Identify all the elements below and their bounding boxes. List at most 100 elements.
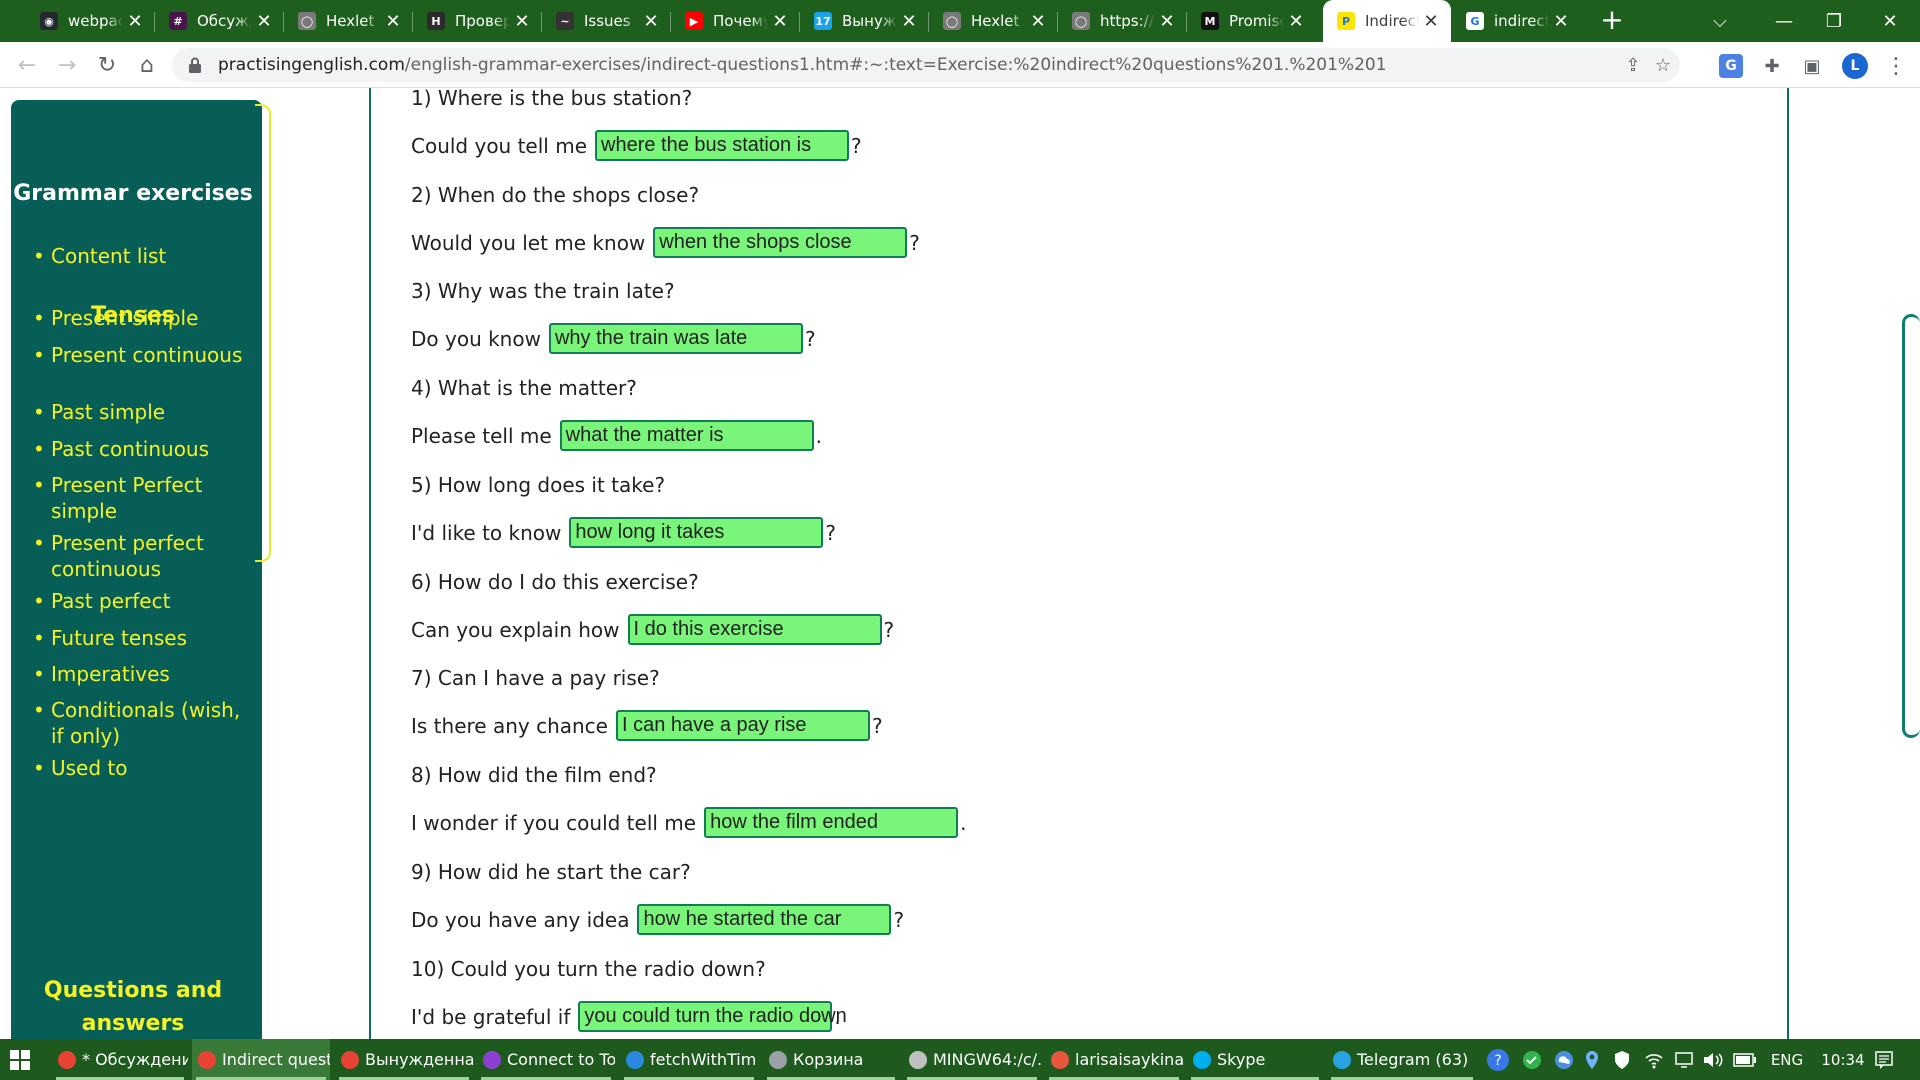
- exercise-question: 10) Could you turn the radio down?: [411, 957, 766, 981]
- tab-close-icon[interactable]: ✕: [123, 11, 147, 32]
- browser-tab[interactable]: ◯ https://✕: [1058, 0, 1187, 42]
- sidebar-item-tense[interactable]: Past simple: [33, 399, 251, 425]
- browser-tab[interactable]: ◯ Hexlet Projects✕: [929, 0, 1058, 42]
- browser-tab[interactable]: ~ Issues ✕: [542, 0, 671, 42]
- battery-icon[interactable]: [1732, 1039, 1758, 1080]
- answer-input[interactable]: what the matter is: [559, 420, 814, 451]
- tab-close-icon[interactable]: ✕: [768, 11, 792, 32]
- minimize-button[interactable]: —: [1760, 0, 1808, 42]
- answer-input[interactable]: how long it takes: [569, 517, 824, 548]
- translate-icon[interactable]: G: [1719, 54, 1743, 78]
- security-check-icon[interactable]: [1520, 1039, 1544, 1080]
- tab-close-icon[interactable]: ✕: [252, 11, 276, 32]
- url-text[interactable]: practisingenglish.com/english-grammar-ex…: [218, 55, 1387, 75]
- tab-close-icon[interactable]: ✕: [1549, 11, 1573, 32]
- address-bar[interactable]: practisingenglish.com/english-grammar-ex…: [172, 48, 1680, 82]
- back-button[interactable]: ←: [12, 50, 42, 80]
- lock-icon[interactable]: [188, 57, 202, 73]
- taskbar-app[interactable]: Telegram (63): [1327, 1039, 1477, 1080]
- tab-close-icon[interactable]: ✕: [1155, 11, 1179, 32]
- tab-close-icon[interactable]: ✕: [1419, 11, 1443, 32]
- extensions-icon[interactable]: ✚: [1760, 54, 1784, 78]
- answer-input[interactable]: why the train was late: [548, 323, 803, 354]
- close-window-button[interactable]: ✕: [1866, 0, 1914, 42]
- profile-avatar[interactable]: L: [1842, 53, 1868, 79]
- forward-button[interactable]: →: [52, 50, 82, 80]
- bookmark-star-icon[interactable]: ☆: [1652, 54, 1674, 76]
- taskbar-app[interactable]: Connect to To...: [477, 1039, 615, 1080]
- browser-tab[interactable]: H Проверка✕: [413, 0, 542, 42]
- windows-start-icon[interactable]: [10, 1050, 30, 1070]
- page-scrollbar-thumb[interactable]: [1902, 314, 1920, 738]
- sidebar-item-tense[interactable]: Past continuous: [33, 436, 251, 462]
- tab-close-icon[interactable]: ✕: [897, 11, 921, 32]
- sidebar-item-tense[interactable]: Future tenses: [33, 625, 251, 651]
- volume-icon[interactable]: [1700, 1039, 1726, 1080]
- taskbar-app-label: Indirect quest...: [222, 1050, 330, 1069]
- new-tab-button[interactable]: +: [1597, 6, 1627, 36]
- web-page: Grammar exercises Content list Tenses Pr…: [0, 88, 1920, 1039]
- tab-title: https://: [1100, 12, 1154, 30]
- sidebar-scroll-indicator[interactable]: [255, 104, 271, 562]
- tab-close-icon[interactable]: ✕: [1026, 11, 1050, 32]
- sidebar-item-tense[interactable]: Used to: [33, 755, 251, 781]
- side-panel-icon[interactable]: ▣: [1800, 54, 1824, 78]
- location-pin-icon[interactable]: [1582, 1039, 1602, 1080]
- menu-kebab-icon[interactable]: ⋮: [1884, 54, 1908, 79]
- browser-tab[interactable]: Gindirect ✕: [1452, 0, 1581, 42]
- taskbar-app-label: Корзина: [793, 1050, 864, 1069]
- taskbar-app[interactable]: * Обсуждени...: [52, 1039, 188, 1080]
- taskbar-app[interactable]: larisaisaykina...: [1045, 1039, 1183, 1080]
- answer-input[interactable]: when the shops close: [653, 227, 908, 258]
- sidebar-item-tense[interactable]: Present continuous: [33, 342, 251, 394]
- wifi-icon[interactable]: [1642, 1039, 1666, 1080]
- restore-button[interactable]: ❐: [1810, 0, 1858, 42]
- sidebar-item-tense[interactable]: Present Perfect simple: [33, 472, 251, 524]
- cloud-sync-icon[interactable]: [1552, 1039, 1576, 1080]
- tab-close-icon[interactable]: ✕: [381, 11, 405, 32]
- sidebar-item-tense[interactable]: Past perfect: [33, 588, 251, 614]
- browser-tab[interactable]: P Indirect ✕: [1323, 0, 1451, 42]
- browser-tab[interactable]: 17 Вынужденная✕: [800, 0, 929, 42]
- browser-tab[interactable]: M Promise ✕: [1187, 0, 1316, 42]
- help-icon[interactable]: ?: [1484, 1039, 1512, 1080]
- display-icon[interactable]: [1672, 1039, 1696, 1080]
- taskbar-app[interactable]: Корзина: [763, 1039, 899, 1080]
- sidebar-item-tense[interactable]: Present perfect continuous: [33, 530, 251, 582]
- answer-input[interactable]: where the bus station is: [595, 130, 849, 161]
- taskbar-app-label: fetchWithTim...: [650, 1050, 758, 1069]
- browser-tab[interactable]: ◯ Hexlet Projects✕: [284, 0, 413, 42]
- tab-close-icon[interactable]: ✕: [510, 11, 534, 32]
- browser-tab[interactable]: # Обсуждение✕: [155, 0, 284, 42]
- sidebar-link-content-list[interactable]: Content list: [33, 243, 251, 269]
- tab-favicon-icon: M: [1201, 12, 1219, 30]
- clock[interactable]: 10:34: [1818, 1039, 1868, 1080]
- exercise-answer-row: Do you have any idea how he started the c…: [411, 904, 904, 935]
- language-indicator[interactable]: ENG: [1764, 1039, 1810, 1080]
- taskbar-app[interactable]: Вынужденна...: [335, 1039, 473, 1080]
- taskbar-app[interactable]: Skype: [1187, 1039, 1323, 1080]
- answer-input[interactable]: I can have a pay rise: [615, 710, 870, 741]
- answer-input[interactable]: how he started the car: [637, 904, 892, 935]
- tab-strip: + ⌵ — ❐ ✕ ◉webpack✕#Обсуждение✕◯Hexlet P…: [0, 0, 1920, 42]
- windows-security-shield-icon[interactable]: [1610, 1039, 1634, 1080]
- sidebar-item-tense[interactable]: Imperatives: [33, 661, 251, 687]
- sidebar-item-tense[interactable]: Present simple: [33, 305, 251, 331]
- tab-search-dropdown-icon[interactable]: ⌵: [1696, 0, 1744, 42]
- taskbar-app[interactable]: Indirect quest...: [192, 1039, 330, 1080]
- home-button[interactable]: ⌂: [132, 50, 162, 80]
- browser-tab[interactable]: ▶ Почему ✕: [671, 0, 800, 42]
- tab-close-icon[interactable]: ✕: [639, 11, 663, 32]
- notifications-icon[interactable]: [1864, 1039, 1904, 1080]
- sidebar-item-tense[interactable]: Conditionals (wish, if only): [33, 697, 251, 749]
- windows-taskbar: ? ENG 10:34 * Обсуждени... Indirect quest…: [0, 1039, 1920, 1080]
- answer-input[interactable]: you could turn the radio down: [578, 1001, 847, 1032]
- share-icon[interactable]: ⇪: [1622, 54, 1644, 76]
- tab-close-icon[interactable]: ✕: [1284, 11, 1308, 32]
- taskbar-app[interactable]: fetchWithTim...: [620, 1039, 758, 1080]
- answer-input[interactable]: I do this exercise: [627, 614, 882, 645]
- taskbar-app[interactable]: MINGW64:/c/...: [903, 1039, 1041, 1080]
- reload-button[interactable]: ↻: [92, 50, 122, 80]
- answer-input[interactable]: how the film ended: [704, 807, 959, 838]
- browser-tab[interactable]: ◉ webpack✕: [26, 0, 155, 42]
